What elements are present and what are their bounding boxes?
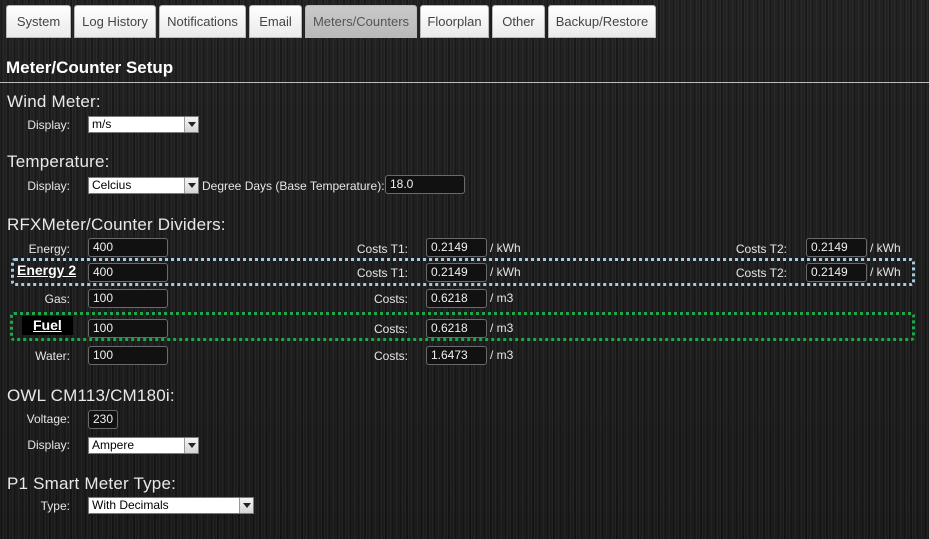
- degree-days-label: Degree Days (Base Temperature):: [202, 179, 385, 193]
- tab-notifications[interactable]: Notifications: [159, 5, 246, 38]
- temperature-display-select[interactable]: Celcius: [88, 177, 199, 194]
- wind-display-value: m/s: [92, 117, 112, 131]
- temperature-title: Temperature:: [7, 152, 110, 171]
- degree-days-input[interactable]: 18.0: [385, 175, 465, 194]
- chevron-down-icon: [239, 498, 253, 513]
- chevron-down-icon: [184, 438, 198, 453]
- energy2-costs-t1-input[interactable]: 0.2149: [426, 263, 487, 282]
- water-divider-input[interactable]: 100: [88, 346, 168, 365]
- rfx-dividers-title: RFXMeter/Counter Dividers:: [7, 215, 226, 234]
- owl-title: OWL CM113/CM180i:: [7, 386, 175, 405]
- p1-type-select[interactable]: With Decimals: [88, 497, 254, 514]
- energy-costs-t1-input[interactable]: 0.2149: [426, 238, 487, 257]
- chevron-down-icon: [184, 117, 198, 132]
- energy2-unit-t1: / kWh: [490, 265, 521, 279]
- water-costs-input[interactable]: 1.6473: [426, 346, 487, 365]
- energy-divider-input[interactable]: 400: [88, 238, 168, 257]
- tab-system[interactable]: System: [6, 5, 71, 38]
- wind-display-label: Display:: [27, 118, 70, 132]
- water-unit: / m3: [490, 348, 514, 362]
- gas-costs-input[interactable]: 0.6218: [426, 289, 487, 308]
- page-title: Meter/Counter Setup: [6, 58, 174, 77]
- p1-title: P1 Smart Meter Type:: [7, 474, 177, 493]
- water-label: Water:: [35, 349, 70, 363]
- energy-unit-t2: / kWh: [870, 241, 901, 255]
- tab-floorplan[interactable]: Floorplan: [420, 5, 489, 38]
- fuel-callout: Fuel: [33, 317, 62, 333]
- energy-costs-t1-label: Costs T1:: [356, 242, 408, 256]
- water-costs-label: Costs:: [373, 349, 408, 363]
- voltage-label: Voltage:: [26, 412, 70, 426]
- tab-log-history[interactable]: Log History: [74, 5, 156, 38]
- voltage-input[interactable]: 230: [88, 410, 118, 429]
- fuel-costs-label: Costs:: [373, 322, 408, 336]
- temperature-display-label: Display:: [27, 179, 70, 193]
- tab-other[interactable]: Other: [492, 5, 545, 38]
- energy-costs-t2-label: Costs T2:: [735, 242, 787, 256]
- wind-meter-title: Wind Meter:: [7, 92, 101, 111]
- energy2-costs-t2-label: Costs T2:: [735, 266, 787, 280]
- energy2-costs-t2-input[interactable]: 0.2149: [806, 263, 867, 282]
- gas-costs-label: Costs:: [373, 292, 408, 306]
- owl-display-value: Ampere: [92, 438, 135, 452]
- tab-meters-counters[interactable]: Meters/Counters: [305, 5, 417, 38]
- energy2-costs-t1-label: Costs T1:: [356, 266, 408, 280]
- gas-divider-input[interactable]: 100: [88, 289, 168, 308]
- p1-type-label: Type:: [40, 499, 70, 513]
- owl-display-select[interactable]: Ampere: [88, 437, 199, 454]
- energy2-unit-t2: / kWh: [870, 265, 901, 279]
- fuel-divider-input[interactable]: 100: [88, 319, 168, 338]
- title-divider: [0, 82, 929, 83]
- energy-unit-t1: / kWh: [490, 241, 521, 255]
- p1-type-value: With Decimals: [92, 498, 169, 512]
- fuel-costs-input[interactable]: 0.6218: [426, 319, 487, 338]
- tab-backup-restore[interactable]: Backup/Restore: [548, 5, 656, 38]
- gas-label: Gas:: [44, 292, 70, 306]
- energy2-callout: Energy 2: [17, 262, 77, 278]
- wind-display-select[interactable]: m/s: [88, 116, 199, 133]
- energy-costs-t2-input[interactable]: 0.2149: [806, 238, 867, 257]
- fuel-unit: / m3: [490, 321, 514, 335]
- owl-display-label: Display:: [27, 438, 70, 452]
- energy-label: Energy:: [28, 242, 70, 256]
- chevron-down-icon: [184, 178, 198, 193]
- temperature-display-value: Celcius: [92, 178, 132, 192]
- gas-unit: / m3: [490, 291, 514, 305]
- energy2-divider-input[interactable]: 400: [88, 263, 168, 282]
- tab-email[interactable]: Email: [249, 5, 302, 38]
